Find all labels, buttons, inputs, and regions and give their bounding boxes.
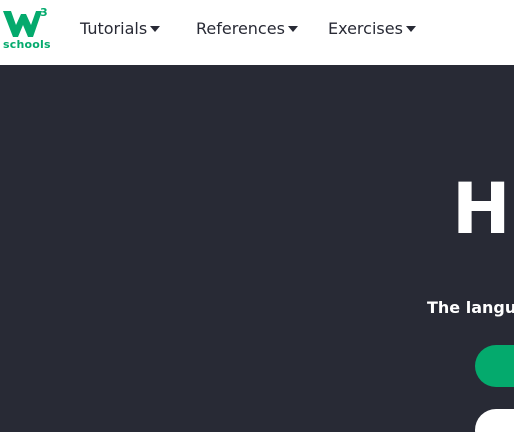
nav-exercises-dropdown[interactable]: Exercises (328, 18, 416, 38)
nav-tutorials-label: Tutorials (80, 18, 148, 38)
svg-text:3: 3 (40, 6, 48, 19)
nav-references-label: References (196, 18, 285, 38)
logo-text: schools (3, 38, 51, 51)
nav-references-dropdown[interactable]: References (196, 18, 298, 38)
hero-title: H (452, 168, 511, 250)
nav-exercises-label: Exercises (328, 18, 403, 38)
hero-section: H The langua (0, 65, 514, 432)
caret-down-icon (287, 25, 298, 32)
nav-tutorials-dropdown[interactable]: Tutorials (80, 18, 161, 38)
hero-primary-button[interactable] (475, 345, 514, 387)
caret-down-icon (150, 25, 161, 32)
w3-logo-icon: 3 (3, 6, 48, 37)
hero-secondary-button[interactable] (475, 409, 514, 432)
w3schools-logo[interactable]: 3 schools (2, 5, 52, 51)
top-navigation-bar: 3 schools Tutorials References Exercises (0, 0, 514, 65)
caret-down-icon (405, 25, 416, 32)
hero-subtitle: The langua (427, 298, 514, 317)
